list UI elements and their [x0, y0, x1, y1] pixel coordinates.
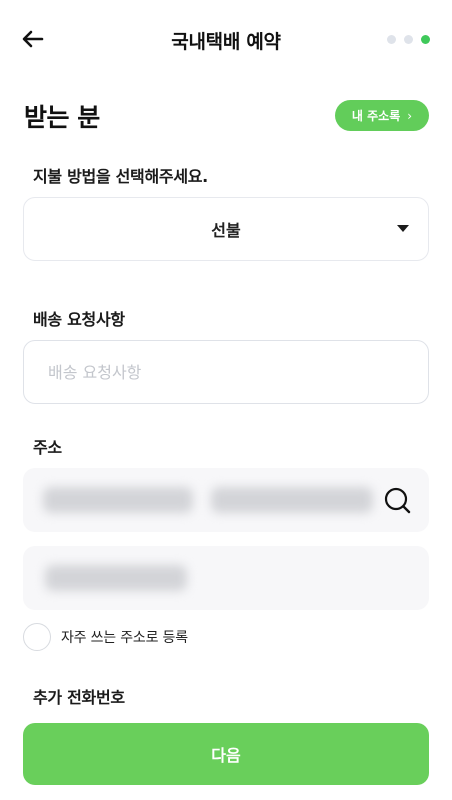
payment-method-select[interactable]: 선불 — [23, 197, 429, 261]
step-dot — [387, 35, 396, 44]
save-address-checkbox[interactable] — [23, 623, 51, 651]
redacted-address-text — [211, 487, 373, 513]
search-icon — [384, 487, 411, 514]
next-button[interactable]: 다음 — [23, 723, 429, 785]
chevron-right-icon: › — [407, 108, 413, 123]
step-indicator — [387, 35, 430, 44]
caret-down-icon — [397, 225, 409, 232]
save-address-label: 자주 쓰는 주소로 등록 — [61, 630, 188, 646]
step-dot — [404, 35, 413, 44]
delivery-request-input[interactable] — [23, 340, 429, 404]
save-address-option[interactable]: 자주 쓰는 주소로 등록 — [23, 623, 188, 651]
address-label: 주소 — [33, 438, 62, 457]
search-button[interactable] — [384, 487, 412, 515]
delivery-request-label: 배송 요청사항 — [33, 310, 125, 329]
address-detail-field[interactable] — [23, 546, 429, 610]
redacted-address-text — [43, 487, 193, 513]
page-title: 국내택배 예약 — [171, 31, 281, 53]
redacted-address-detail — [45, 565, 187, 591]
section-title: 받는 분 — [24, 103, 100, 132]
address-book-label: 내 주소록 — [351, 109, 401, 123]
header: 국내택배 예약 — [0, 0, 452, 80]
address-search-field[interactable] — [23, 468, 429, 532]
address-book-button[interactable]: 내 주소록 › — [335, 100, 429, 131]
step-dot-active — [421, 35, 430, 44]
extra-phone-label: 추가 전화번호 — [33, 688, 125, 707]
payment-label: 지불 방법을 선택해주세요. — [33, 167, 208, 186]
payment-method-value: 선불 — [211, 221, 241, 240]
